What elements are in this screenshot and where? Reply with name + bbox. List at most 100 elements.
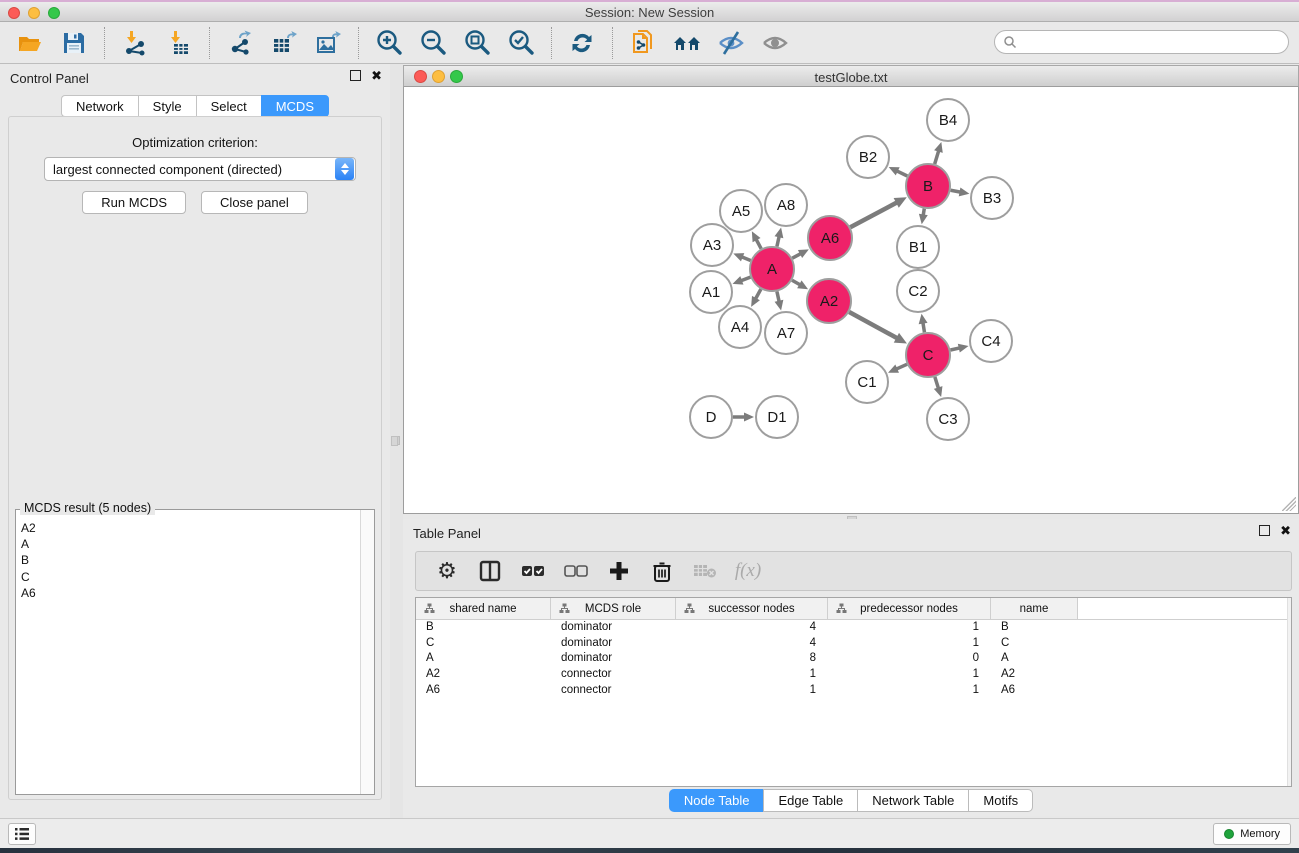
- graph-edge-A-A1[interactable]: [741, 277, 751, 281]
- network-canvas[interactable]: B4B2BB3A8A5A6A3B1AA1C2A2A4A7C4CC1C3DD1: [403, 87, 1299, 514]
- table-cell[interactable]: 4: [676, 636, 828, 652]
- delete-column-icon[interactable]: [649, 558, 675, 584]
- deselect-all-icon[interactable]: [563, 558, 589, 584]
- tab-network-table[interactable]: Network Table: [857, 789, 968, 812]
- table-cell[interactable]: A: [416, 651, 551, 667]
- function-builder-icon[interactable]: f(x): [735, 558, 761, 584]
- criterion-dropdown[interactable]: largest connected component (directed): [44, 157, 356, 181]
- graph-edge-C-C4[interactable]: [950, 348, 959, 350]
- mcds-result-item[interactable]: C: [21, 569, 360, 585]
- graph-edge-C-C1[interactable]: [896, 364, 907, 369]
- graph-edge-C-C2[interactable]: [923, 323, 925, 333]
- graph-edge-B-B4[interactable]: [935, 151, 939, 164]
- table-cell[interactable]: A2: [416, 667, 551, 683]
- table-settings-icon[interactable]: ⚙: [434, 558, 460, 584]
- import-network-icon[interactable]: [119, 27, 151, 59]
- table-scrollbar[interactable]: [1287, 598, 1291, 786]
- zoom-fit-icon[interactable]: [461, 27, 493, 59]
- graph-edge-A-A8[interactable]: [777, 236, 779, 246]
- refresh-icon[interactable]: [566, 27, 598, 59]
- float-table-panel-icon[interactable]: [1259, 525, 1270, 536]
- mcds-result-item[interactable]: A2: [21, 520, 360, 536]
- table-cell[interactable]: 8: [676, 651, 828, 667]
- run-mcds-button[interactable]: Run MCDS: [82, 191, 186, 214]
- pane-handle[interactable]: [391, 436, 398, 446]
- hide-selected-icon[interactable]: [715, 27, 747, 59]
- table-row[interactable]: Bdominator41B: [416, 620, 1291, 636]
- table-cell[interactable]: C: [416, 636, 551, 652]
- table-cell[interactable]: dominator: [551, 651, 676, 667]
- table-cell[interactable]: dominator: [551, 636, 676, 652]
- graph-edge-A-A3[interactable]: [742, 257, 751, 261]
- graph-edge-B-B2[interactable]: [897, 171, 907, 176]
- tab-network[interactable]: Network: [61, 95, 138, 117]
- tab-style[interactable]: Style: [138, 95, 196, 117]
- mcds-result-item[interactable]: B: [21, 552, 360, 568]
- graph-edge-A6-B[interactable]: [850, 202, 897, 227]
- table-cell[interactable]: A6: [416, 683, 551, 699]
- table-cell[interactable]: A2: [991, 667, 1078, 683]
- split-view-icon[interactable]: [477, 558, 503, 584]
- add-column-icon[interactable]: [606, 558, 632, 584]
- table-cell[interactable]: 1: [828, 667, 991, 683]
- table-cell[interactable]: B: [416, 620, 551, 636]
- table-cell[interactable]: B: [991, 620, 1078, 636]
- memory-button[interactable]: Memory: [1213, 823, 1291, 845]
- table-row[interactable]: Cdominator41C: [416, 636, 1291, 652]
- table-cell[interactable]: connector: [551, 667, 676, 683]
- resize-grip-icon[interactable]: [1282, 497, 1296, 511]
- close-table-panel-icon[interactable]: ✖: [1280, 525, 1291, 536]
- table-cell[interactable]: 1: [676, 667, 828, 683]
- zoom-out-icon[interactable]: [417, 27, 449, 59]
- tab-motifs[interactable]: Motifs: [968, 789, 1033, 812]
- table-cell[interactable]: 1: [828, 636, 991, 652]
- zoom-in-icon[interactable]: [373, 27, 405, 59]
- mcds-result-item[interactable]: A: [21, 536, 360, 552]
- table-cell[interactable]: connector: [551, 683, 676, 699]
- export-image-icon[interactable]: [312, 27, 344, 59]
- graph-edge-B-B3[interactable]: [951, 190, 961, 192]
- column-header-MCDS-role[interactable]: MCDS role: [551, 598, 676, 620]
- search-field[interactable]: [994, 30, 1289, 54]
- graph-edge-A2-C[interactable]: [849, 312, 897, 338]
- table-cell[interactable]: A: [991, 651, 1078, 667]
- table-cell[interactable]: 4: [676, 620, 828, 636]
- table-cell[interactable]: dominator: [551, 620, 676, 636]
- mcds-result-scrollbar[interactable]: [360, 510, 374, 794]
- table-row[interactable]: Adominator80A: [416, 651, 1291, 667]
- table-cell[interactable]: C: [991, 636, 1078, 652]
- graph-edge-A-A2[interactable]: [792, 280, 800, 285]
- column-header-predecessor-nodes[interactable]: predecessor nodes: [828, 598, 991, 620]
- search-input[interactable]: [1017, 35, 1267, 49]
- graph-edge-A-A5[interactable]: [756, 239, 761, 248]
- new-network-icon[interactable]: [627, 27, 659, 59]
- export-network-icon[interactable]: [224, 27, 256, 59]
- import-table-icon[interactable]: [163, 27, 195, 59]
- tab-select[interactable]: Select: [196, 95, 261, 117]
- close-panel-button[interactable]: Close panel: [201, 191, 308, 214]
- table-row[interactable]: A2connector11A2: [416, 667, 1291, 683]
- column-header-successor-nodes[interactable]: successor nodes: [676, 598, 828, 620]
- tab-mcds[interactable]: MCDS: [261, 95, 329, 117]
- tab-edge-table[interactable]: Edge Table: [763, 789, 857, 812]
- table-cell[interactable]: 0: [828, 651, 991, 667]
- delete-table-icon[interactable]: [692, 558, 718, 584]
- dropdown-stepper-icon[interactable]: [335, 158, 354, 180]
- open-session-icon[interactable]: [14, 27, 46, 59]
- graph-edge-C-C3[interactable]: [935, 377, 939, 389]
- task-history-button[interactable]: [8, 823, 36, 845]
- show-all-icon[interactable]: [759, 27, 791, 59]
- zoom-selected-icon[interactable]: [505, 27, 537, 59]
- column-header-shared-name[interactable]: shared name: [416, 598, 551, 620]
- table-cell[interactable]: 1: [676, 683, 828, 699]
- tab-node-table[interactable]: Node Table: [669, 789, 764, 812]
- table-cell[interactable]: 1: [828, 683, 991, 699]
- column-header-name[interactable]: name: [991, 598, 1078, 620]
- first-neighbors-icon[interactable]: [671, 27, 703, 59]
- float-panel-icon[interactable]: [350, 70, 361, 81]
- export-table-icon[interactable]: [268, 27, 300, 59]
- table-cell[interactable]: A6: [991, 683, 1078, 699]
- select-all-icon[interactable]: [520, 558, 546, 584]
- graph-edge-A-A4[interactable]: [755, 289, 760, 299]
- graph-edge-B-B1[interactable]: [923, 209, 924, 216]
